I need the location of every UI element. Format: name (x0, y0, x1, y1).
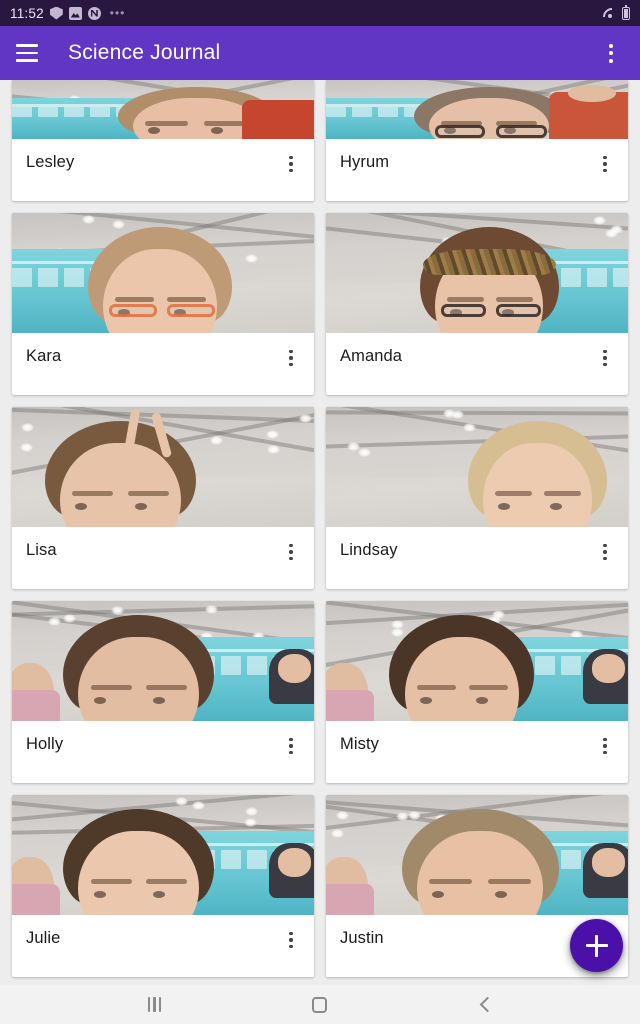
experiment-overflow-menu-icon[interactable] (280, 929, 302, 951)
app-root: 11:52 ••• Science Journal Lesley Hyrum Kar… (0, 0, 640, 1024)
back-icon (479, 996, 496, 1013)
experiment-photo (12, 407, 314, 527)
recents-button[interactable] (129, 985, 181, 1024)
home-icon (312, 996, 328, 1013)
experiment-title: Kara (26, 347, 62, 365)
experiment-thumbnail (326, 213, 628, 333)
experiment-overflow-menu-icon[interactable] (280, 735, 302, 757)
wifi-icon (603, 8, 617, 19)
recents-icon (147, 997, 162, 1012)
experiment-title: Misty (340, 735, 379, 753)
plus-icon (585, 934, 608, 957)
experiment-card-footer: Misty (326, 721, 628, 783)
notification-overflow-icon: ••• (109, 6, 126, 20)
experiment-overflow-menu-icon[interactable] (280, 153, 302, 175)
experiment-card[interactable]: Kara (12, 213, 314, 395)
experiment-photo (12, 795, 314, 915)
experiment-thumbnail (326, 601, 628, 721)
experiment-thumbnail (12, 213, 314, 333)
status-bar: 11:52 ••• (0, 0, 640, 26)
experiment-thumbnail (12, 601, 314, 721)
experiment-card[interactable]: Lisa (12, 407, 314, 589)
experiment-overflow-menu-icon[interactable] (594, 735, 616, 757)
status-bar-clock: 11:52 (10, 5, 44, 21)
experiment-card-footer: Holly (12, 721, 314, 783)
experiment-thumbnail (326, 407, 628, 527)
experiment-thumbnail (12, 795, 314, 915)
add-experiment-fab[interactable] (570, 919, 623, 972)
experiment-thumbnail (326, 795, 628, 915)
experiment-photo (12, 213, 314, 333)
experiment-card-footer: Amanda (326, 333, 628, 395)
experiment-title: Amanda (340, 347, 403, 365)
experiment-photo (326, 213, 628, 333)
experiment-card[interactable]: Amanda (326, 213, 628, 395)
home-button[interactable] (294, 985, 346, 1024)
experiment-card-footer: Hyrum (326, 139, 628, 201)
experiment-card-footer: Lisa (12, 527, 314, 589)
experiment-photo (12, 80, 314, 139)
experiment-card-footer: Kara (12, 333, 314, 395)
photo-icon (68, 6, 82, 20)
experiment-overflow-menu-icon[interactable] (280, 541, 302, 563)
experiment-photo (326, 407, 628, 527)
experiment-card[interactable]: Holly (12, 601, 314, 783)
experiment-card-footer: Lesley (12, 139, 314, 201)
experiment-overflow-menu-icon[interactable] (280, 347, 302, 369)
experiment-card-footer: Julie (12, 915, 314, 977)
experiment-photo (326, 80, 628, 139)
experiment-overflow-menu-icon[interactable] (594, 347, 616, 369)
experiment-thumbnail (12, 80, 314, 139)
experiment-photo (12, 601, 314, 721)
experiment-card-footer: Lindsay (326, 527, 628, 589)
experiment-thumbnail (12, 407, 314, 527)
status-bar-left: 11:52 ••• (10, 6, 125, 21)
app-bar: Science Journal (0, 26, 640, 80)
experiment-thumbnail (326, 80, 628, 139)
more-vert-icon[interactable] (596, 36, 626, 70)
status-bar-right (603, 4, 630, 20)
experiment-title: Lindsay (340, 541, 398, 559)
experiment-card[interactable]: Lesley (12, 80, 314, 201)
experiment-overflow-menu-icon[interactable] (594, 153, 616, 175)
back-button[interactable] (459, 985, 511, 1024)
experiment-card[interactable]: Hyrum (326, 80, 628, 201)
app-notification-icon (87, 6, 101, 20)
experiment-photo (326, 795, 628, 915)
experiment-title: Lesley (26, 153, 75, 171)
battery-icon (622, 4, 630, 20)
experiment-photo (326, 601, 628, 721)
page-title: Science Journal (68, 41, 221, 64)
experiment-title: Hyrum (340, 153, 390, 171)
experiment-card[interactable]: Julie (12, 795, 314, 977)
experiment-list-scroll[interactable]: Lesley Hyrum Kara Amanda Lisa Lindsay Holly Mis… (0, 80, 640, 985)
experiment-grid: Lesley Hyrum Kara Amanda Lisa Lindsay Holly Mis… (0, 80, 640, 983)
hamburger-menu-icon[interactable] (14, 43, 40, 63)
experiment-title: Justin (340, 929, 384, 947)
experiment-card[interactable]: Misty (326, 601, 628, 783)
experiment-title: Lisa (26, 541, 57, 559)
experiment-overflow-menu-icon[interactable] (594, 541, 616, 563)
experiment-card[interactable]: Lindsay (326, 407, 628, 589)
experiment-title: Holly (26, 735, 64, 753)
system-navigation-bar (0, 985, 640, 1024)
experiment-title: Julie (26, 929, 61, 947)
shield-icon (49, 6, 63, 20)
